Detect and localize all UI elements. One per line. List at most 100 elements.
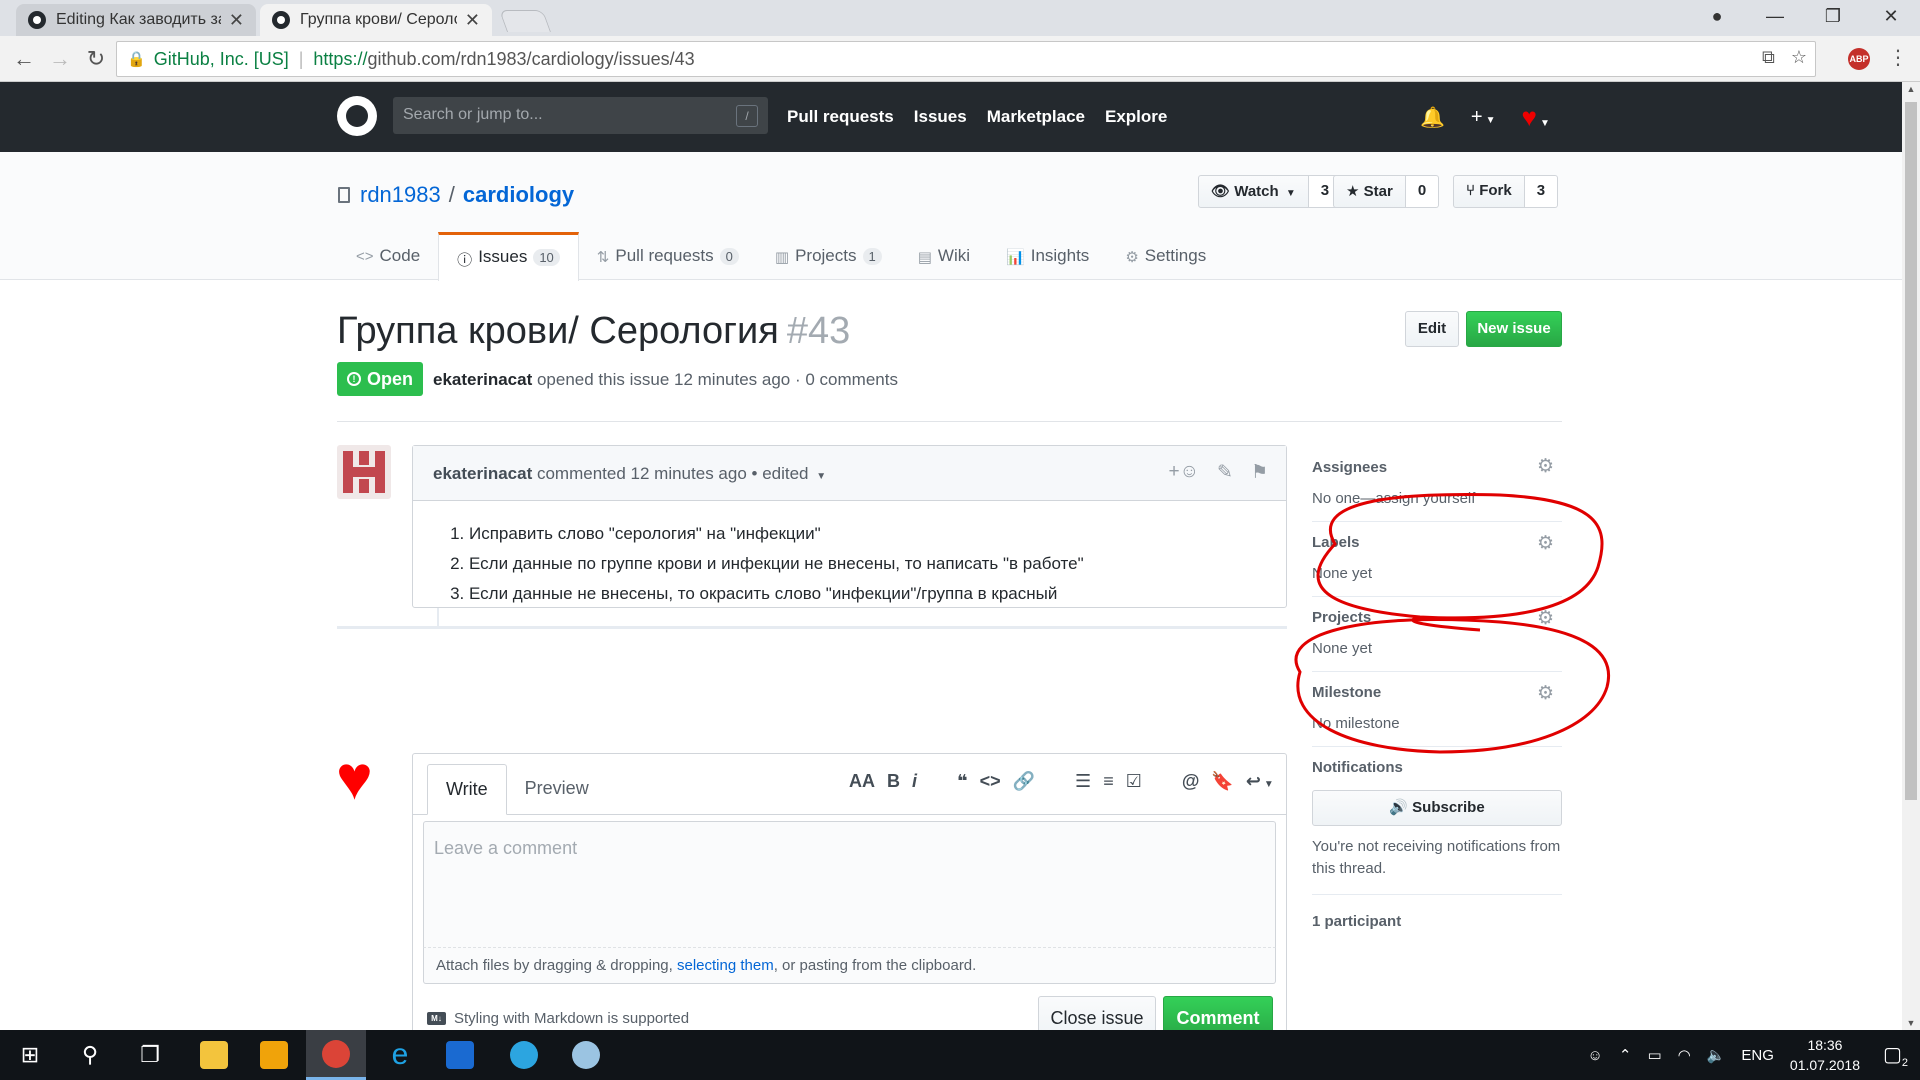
bold-icon[interactable]: B xyxy=(887,771,900,792)
markdown-note[interactable]: M↓ Styling with Markdown is supported xyxy=(427,1010,689,1027)
task-list-icon[interactable]: ☑ xyxy=(1126,771,1142,792)
reload-icon[interactable]: ↻ xyxy=(78,46,114,72)
add-reaction-icon[interactable]: +☺ xyxy=(1169,461,1200,484)
telegram-icon[interactable] xyxy=(494,1030,554,1080)
code-icon[interactable]: <> xyxy=(980,771,1001,792)
bookmark-icon[interactable]: 🔖 xyxy=(1211,771,1233,792)
internet-explorer-icon[interactable]: e xyxy=(370,1030,430,1080)
file-attach-bar[interactable]: Attach files by dragging & dropping, sel… xyxy=(423,947,1276,984)
tab-pull-requests[interactable]: ⇅ Pull requests 0 xyxy=(579,232,757,280)
close-tab-icon[interactable]: ✕ xyxy=(229,10,244,31)
italic-icon[interactable]: i xyxy=(912,771,917,792)
tab-code[interactable]: <> Code xyxy=(338,232,438,280)
bookmark-star-icon[interactable]: ☆ xyxy=(1791,47,1807,68)
close-issue-button[interactable]: Close issue xyxy=(1038,996,1156,1030)
browser-tab-issue[interactable]: Группа крови/ Серологi ✕ xyxy=(260,4,492,36)
repo-name-link[interactable]: cardiology xyxy=(463,182,574,208)
search-input[interactable]: Search or jump to... / xyxy=(393,97,768,134)
task-view-icon[interactable]: ❐ xyxy=(120,1030,180,1080)
maximize-icon[interactable]: ❐ xyxy=(1804,6,1862,27)
tab-projects[interactable]: ▥ Projects 1 xyxy=(757,232,900,280)
issue-meta: ekaterinacat opened this issue 12 minute… xyxy=(433,370,898,389)
new-tab-button[interactable] xyxy=(498,10,552,32)
gear-icon[interactable]: ⚙ xyxy=(1537,455,1554,478)
issue-author-link[interactable]: ekaterinacat xyxy=(433,370,532,389)
numbered-list-icon[interactable]: ≡ xyxy=(1103,771,1114,792)
profile-icon[interactable]: ● xyxy=(1688,6,1746,27)
volume-icon[interactable]: 🔈 xyxy=(1707,1046,1726,1064)
text-size-icon[interactable]: AA xyxy=(849,771,875,792)
minimize-icon[interactable]: — xyxy=(1746,6,1804,27)
clock[interactable]: 18:36 01.07.2018 xyxy=(1790,1035,1860,1075)
search-icon[interactable]: ⚲ xyxy=(60,1030,120,1080)
windows-start-icon[interactable]: ⊞ xyxy=(0,1030,60,1080)
pencil-icon[interactable]: ✎ xyxy=(1217,461,1233,484)
tab-wiki[interactable]: ▤ Wiki xyxy=(900,232,988,280)
people-icon[interactable]: ☺ xyxy=(1588,1047,1603,1064)
calculator-icon[interactable] xyxy=(430,1030,490,1080)
nav-explore[interactable]: Explore xyxy=(1105,107,1167,127)
nav-issues[interactable]: Issues xyxy=(914,107,967,127)
comment-button[interactable]: Comment xyxy=(1163,996,1273,1030)
bulleted-list-icon[interactable]: ☰ xyxy=(1075,771,1091,792)
outlook-icon[interactable] xyxy=(244,1030,304,1080)
fork-button[interactable]: ⑂ Fork xyxy=(1453,175,1525,208)
paint-icon[interactable] xyxy=(556,1030,616,1080)
chrome-icon[interactable] xyxy=(306,1030,366,1080)
gear-icon[interactable]: ⚙ xyxy=(1537,607,1554,630)
avatar-menu[interactable]: ♥ ▼ xyxy=(1522,102,1550,133)
fork-count[interactable]: 3 xyxy=(1524,175,1559,208)
close-window-icon[interactable]: ✕ xyxy=(1862,6,1920,27)
repo-owner-link[interactable]: rdn1983 xyxy=(360,182,441,208)
edited-dropdown[interactable]: • edited ▼ xyxy=(752,464,827,483)
nav-marketplace[interactable]: Marketplace xyxy=(987,107,1085,127)
chevron-up-icon[interactable]: ⌃ xyxy=(1619,1046,1632,1064)
tab-issues[interactable]: ⓘ Issues 10 xyxy=(438,232,579,281)
battery-icon[interactable]: ▭ xyxy=(1647,1046,1661,1064)
select-files-link[interactable]: selecting them xyxy=(677,957,774,974)
assignees-value[interactable]: No one—assign yourself xyxy=(1312,490,1562,507)
star-button[interactable]: ★ Star xyxy=(1333,175,1406,208)
tab-insights[interactable]: 📊 Insights xyxy=(988,232,1107,280)
gear-icon[interactable]: ⚙ xyxy=(1537,532,1554,555)
forward-icon[interactable]: → xyxy=(42,46,78,72)
tab-preview[interactable]: Preview xyxy=(507,764,607,815)
nav-pull-requests[interactable]: Pull requests xyxy=(787,107,894,127)
tab-settings[interactable]: ⚙ Settings xyxy=(1107,232,1224,280)
scroll-up-icon[interactable]: ▲ xyxy=(1902,84,1920,94)
close-tab-icon[interactable]: ✕ xyxy=(465,10,480,31)
back-icon[interactable]: ← xyxy=(6,46,42,72)
tab-write[interactable]: Write xyxy=(427,764,507,815)
link-icon[interactable]: 🔗 xyxy=(1013,771,1035,792)
gear-icon[interactable]: ⚙ xyxy=(1537,682,1554,705)
create-new-icon[interactable]: + ▼ xyxy=(1471,106,1496,129)
comment-timestamp[interactable]: 12 minutes ago xyxy=(631,464,747,483)
browser-tab-editing[interactable]: Editing Как заводить зад ✕ xyxy=(16,4,256,36)
status-badge: ! Open xyxy=(337,362,424,396)
translate-icon[interactable]: ⧉ xyxy=(1762,47,1775,68)
address-bar[interactable]: 🔒 GitHub, Inc. [US] | https:// github.co… xyxy=(116,41,1816,77)
comment-textarea[interactable]: Leave a comment xyxy=(423,821,1276,947)
watch-button[interactable]: 👁 Watch ▼ xyxy=(1198,175,1309,208)
file-explorer-icon[interactable] xyxy=(184,1030,244,1080)
github-logo-icon[interactable] xyxy=(337,96,377,136)
star-count[interactable]: 0 xyxy=(1405,175,1440,208)
comment-author-link[interactable]: ekaterinacat xyxy=(433,464,532,483)
browser-menu-icon[interactable]: ⋮ xyxy=(1888,45,1908,70)
quote-icon[interactable]: ❝ xyxy=(957,771,968,792)
bell-icon[interactable]: 🔔 xyxy=(1420,105,1445,130)
scroll-down-icon[interactable]: ▼ xyxy=(1902,1018,1920,1028)
mention-icon[interactable]: @ xyxy=(1182,771,1200,792)
page-scrollbar[interactable]: ▲ ▼ xyxy=(1902,82,1920,1030)
new-issue-button[interactable]: New issue xyxy=(1466,311,1562,347)
edit-title-button[interactable]: Edit xyxy=(1405,311,1459,347)
action-center-icon[interactable]: ▢2 xyxy=(1883,1042,1908,1069)
report-icon[interactable]: ⚑ xyxy=(1251,461,1268,484)
subscribe-button[interactable]: 🔊 Subscribe xyxy=(1312,790,1562,826)
wifi-icon[interactable]: ◠ xyxy=(1678,1046,1691,1064)
avatar[interactable] xyxy=(337,445,391,499)
scrollbar-thumb[interactable] xyxy=(1905,102,1917,800)
language-indicator[interactable]: ENG xyxy=(1741,1047,1774,1064)
adblock-plus-icon[interactable]: ABP xyxy=(1848,48,1870,70)
reply-icon[interactable]: ↩ ▼ xyxy=(1246,771,1274,792)
